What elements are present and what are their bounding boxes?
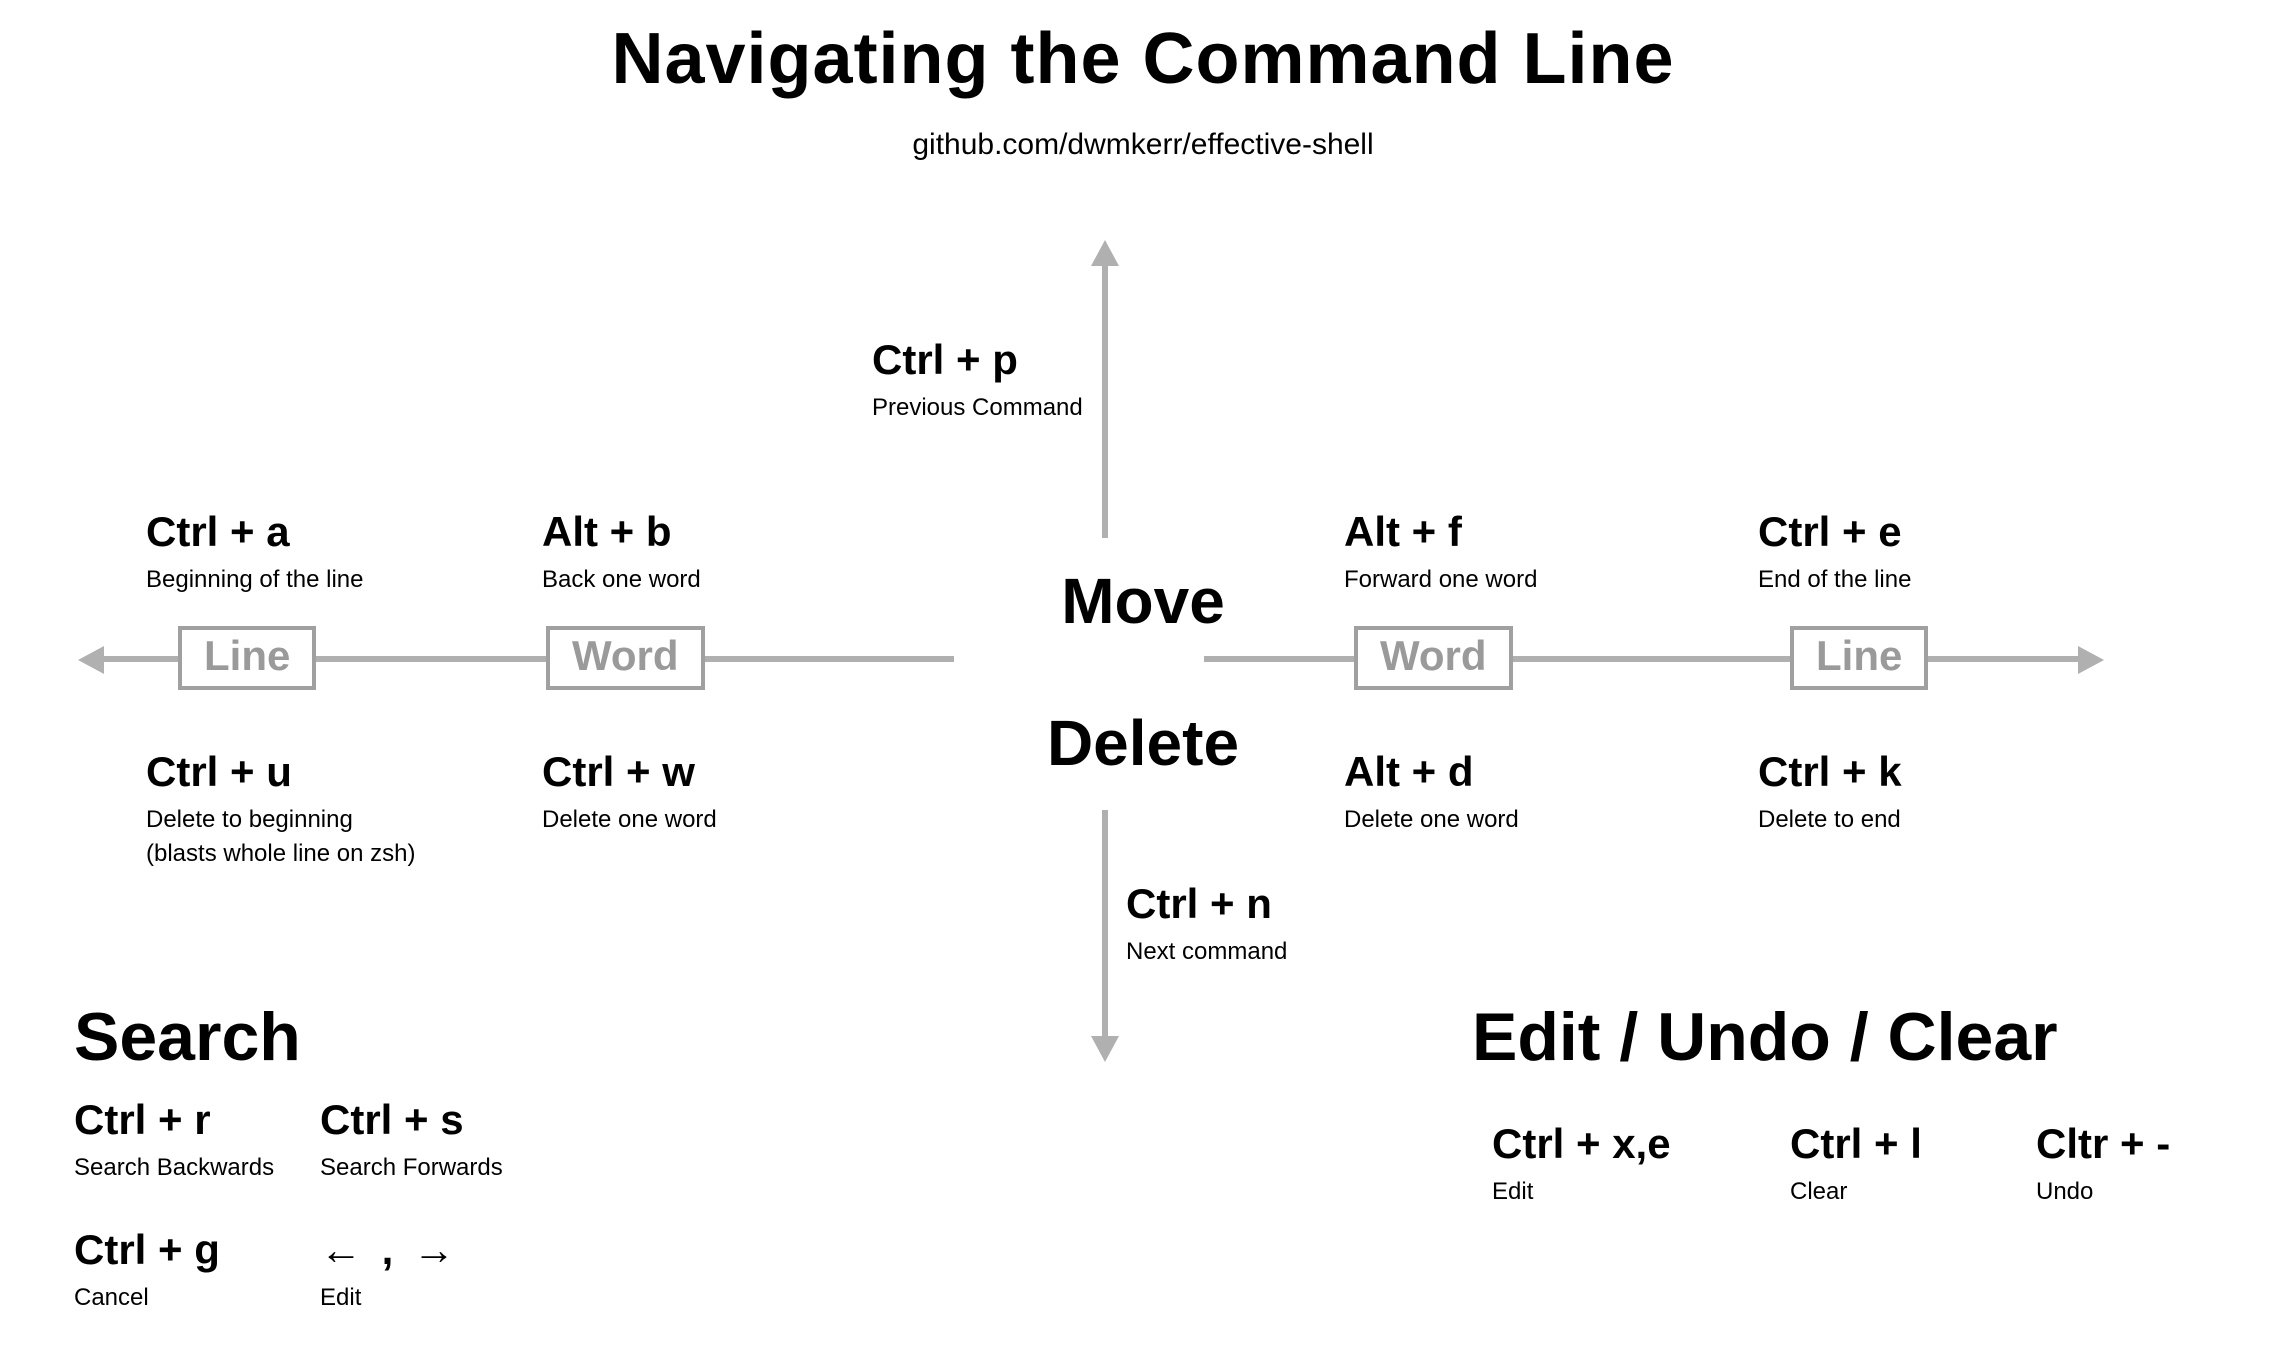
- scope-line-left: Line: [178, 626, 316, 690]
- shortcut-arrow-keys: ← , → Edit: [320, 1226, 459, 1312]
- key-label: Ctrl + s: [320, 1096, 503, 1144]
- shortcut-ctrl-minus: Cltr + - Undo: [2036, 1120, 2170, 1206]
- shortcut-ctrl-g: Ctrl + g Cancel: [74, 1226, 220, 1312]
- arrow-down-stem: [1102, 810, 1108, 1040]
- key-label: Ctrl + u: [146, 748, 415, 796]
- key-label: Ctrl + e: [1758, 508, 1911, 556]
- desc-label: Delete to end: [1758, 806, 1902, 834]
- key-label: Ctrl + l: [1790, 1120, 1922, 1168]
- desc-label: Edit: [320, 1284, 459, 1312]
- arrow-left-head-icon: [78, 646, 104, 674]
- desc-label: Forward one word: [1344, 566, 1537, 594]
- shortcut-ctrl-r: Ctrl + r Search Backwards: [74, 1096, 274, 1182]
- search-heading: Search: [74, 998, 301, 1076]
- key-label: Alt + d: [1344, 748, 1519, 796]
- desc-label: Delete one word: [1344, 806, 1519, 834]
- arrow-right-head-icon: [2078, 646, 2104, 674]
- cheatsheet-diagram: { "title": "Navigating the Command Line"…: [0, 0, 2286, 1358]
- key-label: Ctrl + p: [872, 336, 1083, 384]
- desc-label: Beginning of the line: [146, 566, 364, 594]
- shortcut-alt-b: Alt + b Back one word: [542, 508, 701, 594]
- edit-undo-clear-heading: Edit / Undo / Clear: [1472, 998, 2058, 1076]
- desc-label: Back one word: [542, 566, 701, 594]
- desc2-label: (blasts whole line on zsh): [146, 840, 415, 868]
- key-label: Alt + b: [542, 508, 701, 556]
- arrow-up-head-icon: [1091, 240, 1119, 266]
- desc-label: Search Forwards: [320, 1154, 503, 1182]
- key-label: Ctrl + g: [74, 1226, 220, 1274]
- shortcut-next-command: Ctrl + n Next command: [1126, 880, 1287, 966]
- shortcut-ctrl-u: Ctrl + u Delete to beginning (blasts who…: [146, 748, 415, 868]
- shortcut-alt-d: Alt + d Delete one word: [1344, 748, 1519, 834]
- desc-label: Next command: [1126, 938, 1287, 966]
- desc-label: Edit: [1492, 1178, 1671, 1206]
- key-label: Cltr + -: [2036, 1120, 2170, 1168]
- desc-label: Delete one word: [542, 806, 717, 834]
- axis-right: [1204, 656, 2082, 662]
- shortcut-prev-command: Ctrl + p Previous Command: [872, 336, 1083, 422]
- key-label: Ctrl + x,e: [1492, 1120, 1671, 1168]
- key-label: Ctrl + w: [542, 748, 717, 796]
- desc-label: Clear: [1790, 1178, 1922, 1206]
- key-label: Alt + f: [1344, 508, 1537, 556]
- arrow-keys-icon: ← , →: [320, 1226, 459, 1274]
- shortcut-ctrl-a: Ctrl + a Beginning of the line: [146, 508, 364, 594]
- key-label: Ctrl + n: [1126, 880, 1287, 928]
- key-label: Ctrl + r: [74, 1096, 274, 1144]
- shortcut-alt-f: Alt + f Forward one word: [1344, 508, 1537, 594]
- key-label: Ctrl + a: [146, 508, 364, 556]
- desc-label: Previous Command: [872, 394, 1083, 422]
- desc-label: Search Backwards: [74, 1154, 274, 1182]
- shortcut-ctrl-e: Ctrl + e End of the line: [1758, 508, 1911, 594]
- desc-label: Delete to beginning: [146, 806, 415, 834]
- desc-label: Cancel: [74, 1284, 220, 1312]
- arrow-up-stem: [1102, 258, 1108, 538]
- page-subtitle: github.com/dwmkerr/effective-shell: [0, 128, 2286, 162]
- key-label: Ctrl + k: [1758, 748, 1902, 796]
- desc-label: Undo: [2036, 1178, 2170, 1206]
- scope-line-right: Line: [1790, 626, 1928, 690]
- shortcut-ctrl-k: Ctrl + k Delete to end: [1758, 748, 1902, 834]
- scope-word-left: Word: [546, 626, 705, 690]
- scope-word-right: Word: [1354, 626, 1513, 690]
- arrow-down-head-icon: [1091, 1036, 1119, 1062]
- page-title: Navigating the Command Line: [0, 18, 2286, 100]
- shortcut-ctrl-s: Ctrl + s Search Forwards: [320, 1096, 503, 1182]
- shortcut-ctrl-l: Ctrl + l Clear: [1790, 1120, 1922, 1206]
- desc-label: End of the line: [1758, 566, 1911, 594]
- shortcut-ctrl-xe: Ctrl + x,e Edit: [1492, 1120, 1671, 1206]
- shortcut-ctrl-w: Ctrl + w Delete one word: [542, 748, 717, 834]
